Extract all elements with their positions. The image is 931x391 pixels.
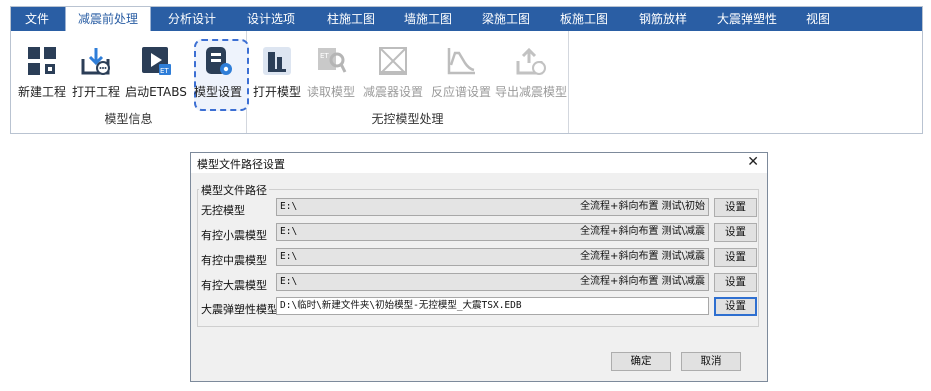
tab-slab-drawings[interactable]: 板施工图 (560, 7, 608, 31)
row-label-moderate-eq: 有控中震模型 (201, 254, 267, 267)
response-spectrum-label: 反应谱设置 (430, 85, 491, 99)
damper-settings-icon (379, 47, 407, 75)
model-settings-icon (206, 47, 232, 75)
set-button-moderate-eq[interactable]: 设置 (714, 248, 757, 267)
tab-file[interactable]: 文件 (25, 7, 49, 31)
group-model-info: 新建工程 打开工程 ET 启动ETABS 模型设置 模型信息 (11, 31, 249, 133)
row-label-uncontrolled: 无控模型 (201, 204, 245, 217)
path-group-label: 模型文件路径 (199, 182, 269, 198)
path-field-uncontrolled[interactable]: E:\ 全流程+斜向布置 测试\初始 (276, 198, 709, 216)
read-model-icon: ET (318, 48, 347, 73)
set-button-elastoplastic[interactable]: 设置 (714, 297, 757, 316)
open-model-label: 打开模型 (252, 85, 301, 99)
open-project-icon (81, 48, 110, 75)
model-settings-button[interactable]: 模型设置 (191, 45, 245, 107)
path-field-moderate-eq[interactable]: E:\ 全流程+斜向布置 测试\减震 (276, 248, 709, 266)
group-label-model-info: 模型信息 (104, 112, 153, 126)
launch-etabs-label: 启动ETABS (125, 85, 187, 99)
path-start: E:\ (280, 201, 298, 212)
group-uncontrolled-model: 打开模型 ET 读取模型 减震器设置 反应谱设置 导出减震模型 无控模型处理 (247, 31, 569, 133)
set-button-minor-eq[interactable]: 设置 (714, 223, 757, 242)
export-model-icon (516, 47, 546, 75)
path-end: 全流程+斜向布置 测试\减震 (580, 226, 705, 237)
set-button-major-eq[interactable]: 设置 (714, 273, 757, 292)
dialog-title: 模型文件路径设置 (197, 158, 285, 171)
read-model-label: 读取模型 (306, 85, 355, 99)
tab-design-options[interactable]: 设计选项 (247, 7, 295, 31)
launch-etabs-icon: ET (142, 47, 171, 75)
model-path-dialog: 模型文件路径设置 ✕ 模型文件路径 无控模型 E:\ 全流程+斜向布置 测试\初… (190, 152, 768, 382)
open-project-label: 打开工程 (71, 85, 120, 99)
response-spectrum-icon (447, 48, 475, 75)
launch-etabs-button[interactable]: ET 启动ETABS (124, 45, 188, 107)
ribbon-groups: 新建工程 打开工程 ET 启动ETABS 模型设置 模型信息 打开模型 ET 读… (11, 31, 922, 133)
path-end: 全流程+斜向布置 测试\减震 (580, 276, 705, 287)
row-label-major-eq: 有控大震模型 (201, 279, 267, 292)
set-button-uncontrolled[interactable]: 设置 (714, 198, 757, 217)
cancel-button[interactable]: 取消 (681, 352, 741, 371)
svg-text:ET: ET (160, 67, 169, 75)
path-field-major-eq[interactable]: E:\ 全流程+斜向布置 测试\减震 (276, 273, 709, 291)
ribbon: 文件 减震前处理 分析设计 设计选项 柱施工图 墙施工图 梁施工图 板施工图 钢… (10, 6, 923, 134)
path-start: E:\ (280, 276, 298, 287)
tab-pre-damping[interactable]: 减震前处理 (65, 7, 151, 31)
damper-settings-button[interactable]: 减震器设置 (359, 45, 427, 107)
tab-wall-drawings[interactable]: 墙施工图 (404, 7, 452, 31)
damper-settings-label: 减震器设置 (362, 85, 423, 99)
tab-beam-drawings[interactable]: 梁施工图 (482, 7, 530, 31)
close-icon[interactable]: ✕ (747, 154, 759, 170)
path-end: 全流程+斜向布置 测试\初始 (580, 201, 705, 212)
group-label-uncontrolled: 无控模型处理 (371, 112, 444, 126)
grid-new-project-icon (28, 47, 56, 75)
tab-elastoplastic[interactable]: 大震弹塑性 (717, 7, 777, 31)
new-project-label: 新建工程 (17, 85, 66, 99)
row-label-elastoplastic: 大震弹塑性模型 (201, 303, 278, 316)
tab-view[interactable]: 视图 (806, 7, 830, 31)
path-field-minor-eq[interactable]: E:\ 全流程+斜向布置 测试\减震 (276, 223, 709, 241)
open-project-button[interactable]: 打开工程 (69, 45, 123, 107)
read-model-button[interactable]: ET 读取模型 (305, 45, 357, 107)
model-settings-label: 模型设置 (193, 85, 242, 99)
path-start: E:\ (280, 251, 298, 262)
path-start: D:\临时\新建文件夹\初始模型-无控模型_大震TSX.EDB (280, 300, 522, 311)
open-model-button[interactable]: 打开模型 (251, 45, 303, 107)
new-project-button[interactable]: 新建工程 (15, 45, 69, 107)
export-model-label: 导出减震模型 (495, 85, 568, 99)
tab-column-drawings[interactable]: 柱施工图 (327, 7, 375, 31)
dialog-titlebar: 模型文件路径设置 ✕ (191, 153, 767, 173)
row-label-minor-eq: 有控小震模型 (201, 229, 267, 242)
tab-rebar-layout[interactable]: 钢筋放样 (639, 7, 687, 31)
path-start: E:\ (280, 226, 298, 237)
ribbon-tab-bar: 文件 减震前处理 分析设计 设计选项 柱施工图 墙施工图 梁施工图 板施工图 钢… (11, 7, 922, 31)
path-end: 全流程+斜向布置 测试\减震 (580, 251, 705, 262)
open-model-icon (263, 47, 291, 75)
svg-text:ET: ET (320, 52, 329, 60)
ok-button[interactable]: 确定 (611, 352, 671, 371)
tab-analysis-design[interactable]: 分析设计 (168, 7, 216, 31)
response-spectrum-button[interactable]: 反应谱设置 (429, 45, 493, 107)
path-field-elastoplastic[interactable]: D:\临时\新建文件夹\初始模型-无控模型_大震TSX.EDB (276, 297, 709, 315)
export-model-button[interactable]: 导出减震模型 (495, 45, 567, 107)
